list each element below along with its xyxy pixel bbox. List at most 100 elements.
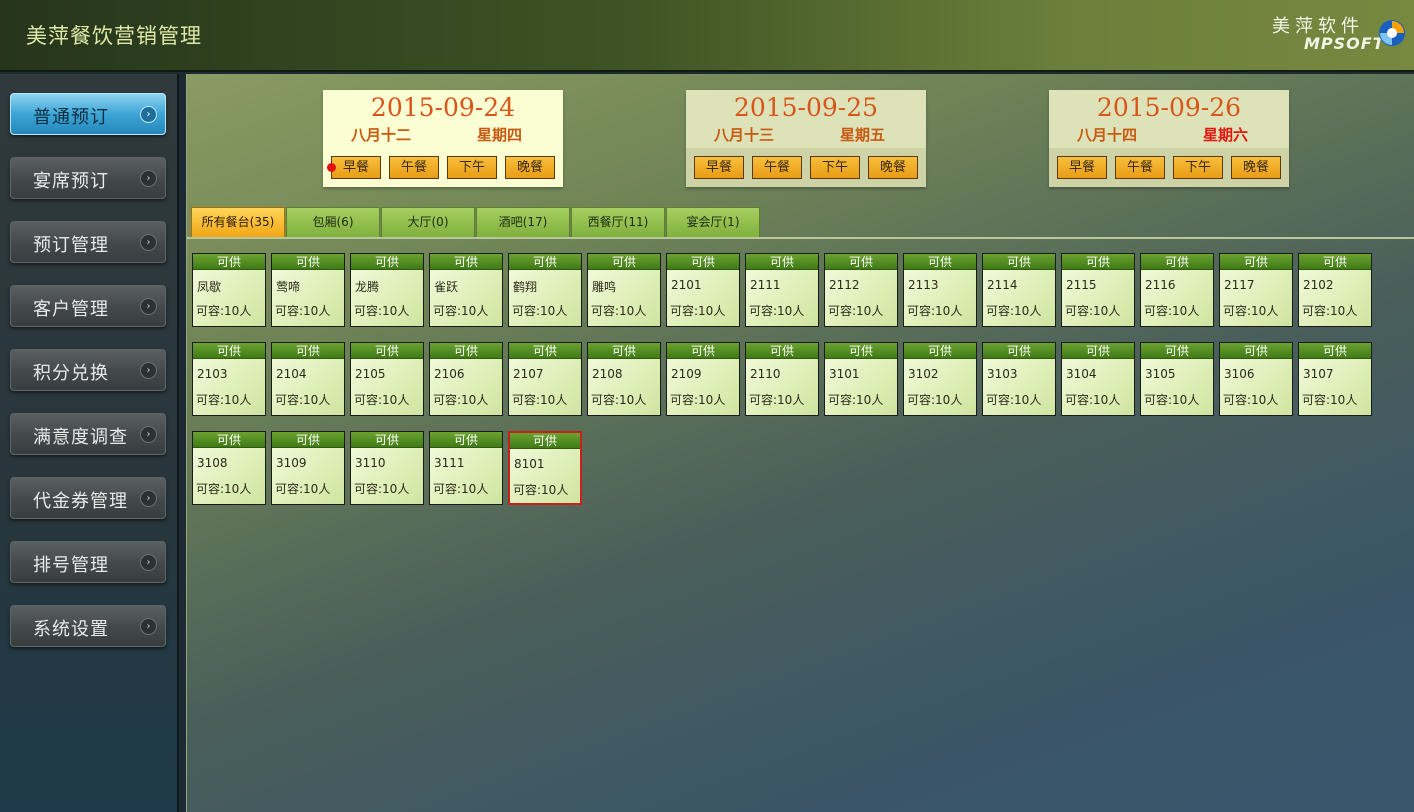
table-cell[interactable]: 可供 2113 可容:10人 [903, 253, 977, 327]
table-cell[interactable]: 可供 莺啼 可容:10人 [271, 253, 345, 327]
table-capacity: 可容:10人 [907, 304, 963, 318]
table-cell[interactable]: 可供 2102 可容:10人 [1298, 253, 1372, 327]
table-capacity: 可容:10人 [986, 304, 1042, 318]
tab-3[interactable]: 酒吧(17) [476, 207, 570, 238]
table-cell[interactable]: 可供 2101 可容:10人 [666, 253, 740, 327]
table-cell[interactable]: 可供 3109 可容:10人 [271, 431, 345, 505]
meal-button-3[interactable]: 晚餐 [1231, 156, 1281, 179]
table-capacity: 可容:10人 [1302, 304, 1358, 318]
meal-button-2[interactable]: 下午 [810, 156, 860, 179]
table-cell[interactable]: 可供 3106 可容:10人 [1219, 342, 1293, 416]
tab-0[interactable]: 所有餐台(35) [191, 207, 285, 238]
meal-button-2[interactable]: 下午 [447, 156, 497, 179]
table-cell[interactable]: 可供 雀跃 可容:10人 [429, 253, 503, 327]
table-status: 可供 [983, 343, 1055, 359]
tab-4[interactable]: 西餐厅(11) [571, 207, 665, 238]
table-status: 可供 [1062, 343, 1134, 359]
table-status: 可供 [1141, 343, 1213, 359]
table-status: 可供 [667, 254, 739, 270]
table-name: 2115 [1066, 278, 1097, 292]
date-card-2[interactable]: 2015-09-26 八月十四 星期六 早餐 午餐 下午 晚餐 [1049, 90, 1289, 187]
table-cell[interactable]: 可供 2106 可容:10人 [429, 342, 503, 416]
table-capacity: 可容:10人 [196, 482, 252, 496]
table-status: 可供 [351, 254, 423, 270]
table-status: 可供 [746, 343, 818, 359]
chevron-right-icon: › [140, 298, 157, 315]
sidebar-item-2[interactable]: 预订管理 › [10, 221, 166, 263]
table-cell[interactable]: 可供 3102 可容:10人 [903, 342, 977, 416]
table-cell[interactable]: 可供 鹤翔 可容:10人 [508, 253, 582, 327]
table-cell[interactable]: 可供 2117 可容:10人 [1219, 253, 1293, 327]
table-cell[interactable]: 可供 2108 可容:10人 [587, 342, 661, 416]
table-cell[interactable]: 可供 2107 可容:10人 [508, 342, 582, 416]
table-capacity: 可容:10人 [1223, 304, 1279, 318]
lunar-date: 八月十四 [1077, 126, 1138, 144]
tab-1[interactable]: 包厢(6) [286, 207, 380, 238]
table-name: 3102 [908, 367, 939, 381]
table-name: 2107 [513, 367, 544, 381]
table-capacity: 可容:10人 [670, 393, 726, 407]
meal-button-0[interactable]: 早餐 [1057, 156, 1107, 179]
table-cell[interactable]: 可供 2104 可容:10人 [271, 342, 345, 416]
sidebar-item-6[interactable]: 代金券管理 › [10, 477, 166, 519]
table-cell[interactable]: 可供 2112 可容:10人 [824, 253, 898, 327]
table-cell[interactable]: 可供 2109 可容:10人 [666, 342, 740, 416]
table-cell[interactable]: 可供 2115 可容:10人 [1061, 253, 1135, 327]
sidebar-item-label: 普通预订 [33, 107, 109, 128]
table-name: 2113 [908, 278, 939, 292]
sidebar-item-0[interactable]: 普通预订 › [10, 93, 166, 135]
chevron-right-icon: › [140, 362, 157, 379]
table-status: 可供 [983, 254, 1055, 270]
table-name: 2110 [750, 367, 781, 381]
sidebar-item-7[interactable]: 排号管理 › [10, 541, 166, 583]
table-cell[interactable]: 可供 2105 可容:10人 [350, 342, 424, 416]
sidebar-item-8[interactable]: 系统设置 › [10, 605, 166, 647]
sidebar-item-1[interactable]: 宴席预订 › [10, 157, 166, 199]
sidebar-item-label: 排号管理 [33, 555, 109, 576]
meal-label: 午餐 [763, 160, 790, 175]
table-cell[interactable]: 可供 龙腾 可容:10人 [350, 253, 424, 327]
table-status: 可供 [825, 254, 897, 270]
meal-label: 下午 [1184, 160, 1211, 175]
meal-button-2[interactable]: 下午 [1173, 156, 1223, 179]
table-status: 可供 [509, 254, 581, 270]
tab-2[interactable]: 大厅(0) [381, 207, 475, 238]
table-cell[interactable]: 可供 2114 可容:10人 [982, 253, 1056, 327]
table-cell[interactable]: 可供 2111 可容:10人 [745, 253, 819, 327]
date-card-1[interactable]: 2015-09-25 八月十三 星期五 早餐 午餐 下午 晚餐 [686, 90, 926, 187]
table-cell[interactable]: 可供 雕鸣 可容:10人 [587, 253, 661, 327]
sidebar-item-5[interactable]: 满意度调查 › [10, 413, 166, 455]
table-cell[interactable]: 可供 3111 可容:10人 [429, 431, 503, 505]
table-cell[interactable]: 可供 3103 可容:10人 [982, 342, 1056, 416]
meal-button-1[interactable]: 午餐 [1115, 156, 1165, 179]
sidebar-item-3[interactable]: 客户管理 › [10, 285, 166, 327]
tab-divider [187, 237, 1414, 239]
lunar-date: 八月十二 [351, 126, 412, 144]
weekday-text: 星期四 [477, 126, 523, 144]
table-cell[interactable]: 可供 3108 可容:10人 [192, 431, 266, 505]
table-cell[interactable]: 可供 2110 可容:10人 [745, 342, 819, 416]
chevron-right-icon: › [140, 618, 157, 635]
sidebar-item-label: 宴席预订 [33, 171, 109, 192]
sidebar-item-4[interactable]: 积分兑换 › [10, 349, 166, 391]
meal-button-1[interactable]: 午餐 [752, 156, 802, 179]
table-status: 可供 [510, 433, 580, 449]
table-cell[interactable]: 可供 8101 可容:10人 [508, 431, 582, 505]
meal-button-0[interactable]: 早餐 [327, 156, 381, 179]
meal-button-3[interactable]: 晚餐 [505, 156, 555, 179]
table-cell[interactable]: 可供 3105 可容:10人 [1140, 342, 1214, 416]
table-cell[interactable]: 可供 3104 可容:10人 [1061, 342, 1135, 416]
table-cell[interactable]: 可供 2116 可容:10人 [1140, 253, 1214, 327]
table-cell[interactable]: 可供 2103 可容:10人 [192, 342, 266, 416]
meal-button-3[interactable]: 晚餐 [868, 156, 918, 179]
table-cell[interactable]: 可供 3107 可容:10人 [1298, 342, 1372, 416]
table-cell[interactable]: 可供 3110 可容:10人 [350, 431, 424, 505]
chevron-right-icon: › [140, 554, 157, 571]
table-cell[interactable]: 可供 3101 可容:10人 [824, 342, 898, 416]
meal-button-0[interactable]: 早餐 [694, 156, 744, 179]
date-card-0[interactable]: 2015-09-24 八月十二 星期四 早餐 午餐 下午 晚餐 [323, 90, 563, 187]
meal-button-1[interactable]: 午餐 [389, 156, 439, 179]
tab-5[interactable]: 宴会厅(1) [666, 207, 760, 238]
table-name: 2103 [197, 367, 228, 381]
table-cell[interactable]: 可供 凤歇 可容:10人 [192, 253, 266, 327]
